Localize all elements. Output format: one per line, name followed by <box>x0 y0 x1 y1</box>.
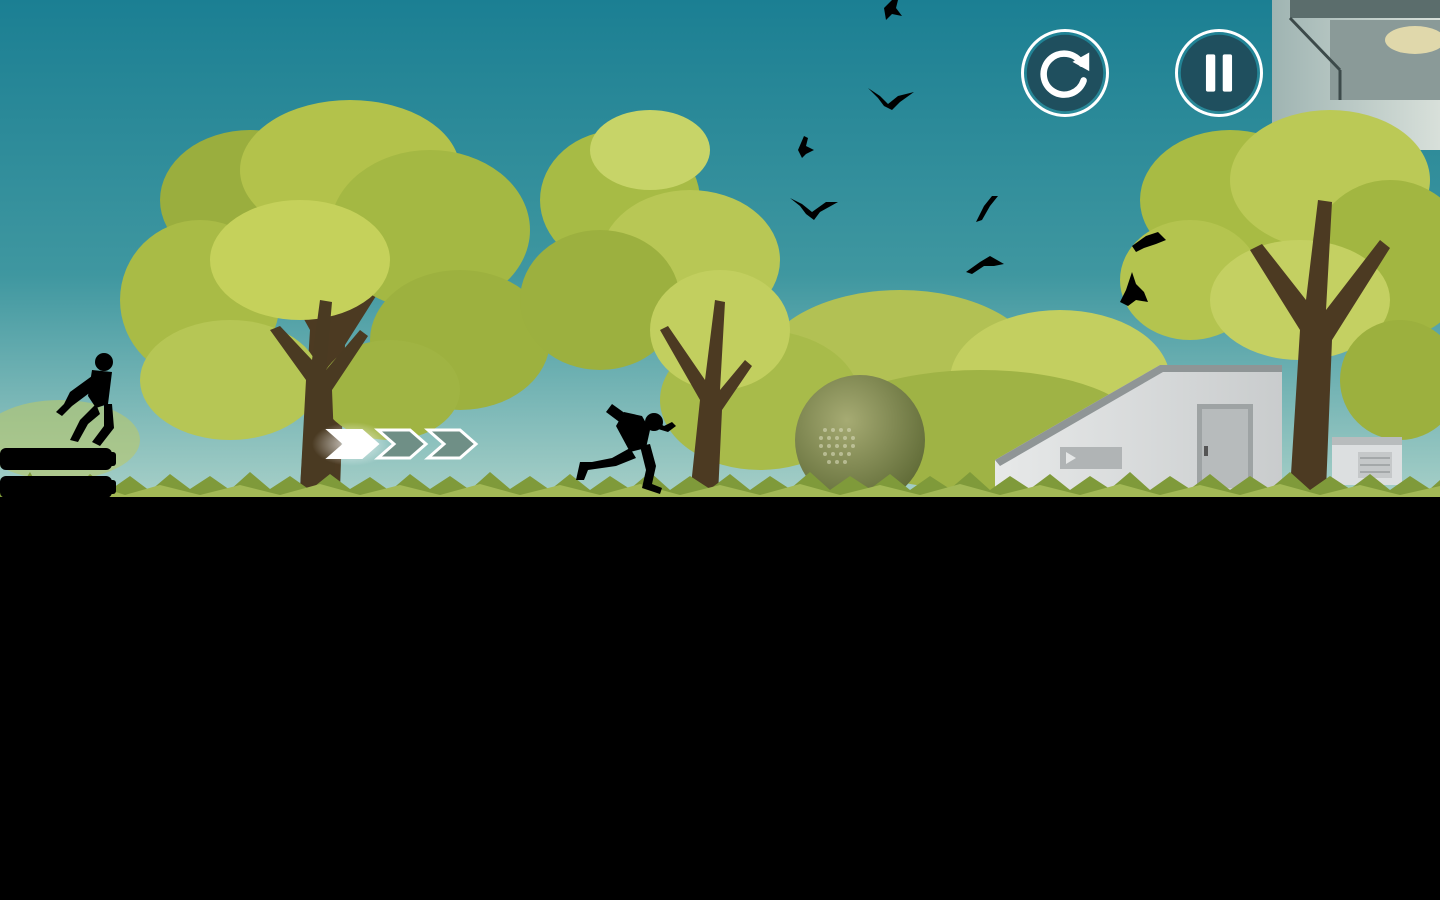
restart-button[interactable] <box>1021 29 1109 117</box>
pause-button[interactable] <box>1175 29 1263 117</box>
boost-arrows <box>312 422 479 466</box>
restart-icon <box>1026 34 1104 112</box>
game-screen[interactable] <box>0 0 1440 900</box>
ground-shadow <box>0 497 1440 900</box>
pause-icon <box>1180 34 1258 112</box>
